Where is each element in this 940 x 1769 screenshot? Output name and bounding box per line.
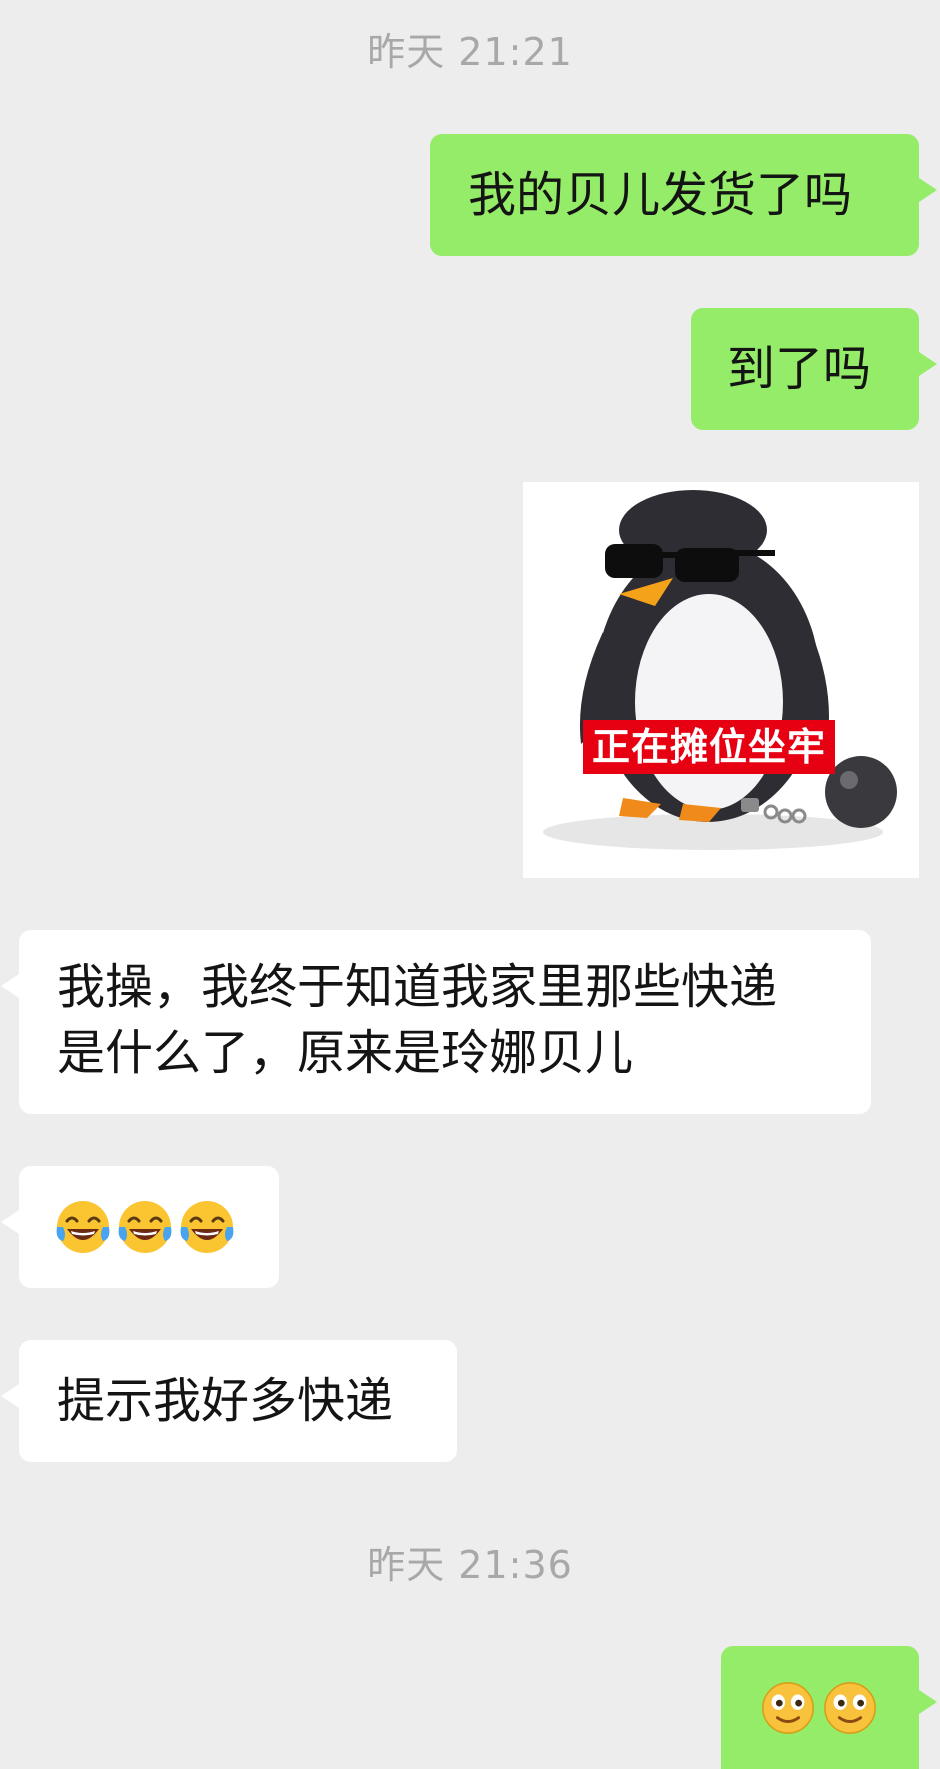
penguin-sticker-icon bbox=[543, 490, 897, 850]
emoji-row bbox=[53, 1166, 245, 1288]
chat-timestamp: 昨天 21:21 bbox=[367, 30, 573, 74]
message-text: 到了吗 bbox=[727, 341, 872, 397]
emoji-row bbox=[759, 1646, 881, 1769]
tears-of-joy-emoji-icon bbox=[118, 1201, 172, 1253]
message-bubble-outgoing[interactable] bbox=[721, 1646, 937, 1769]
message-bubble-incoming[interactable] bbox=[1, 1166, 279, 1288]
message-text: 提示我好多快递 bbox=[57, 1373, 394, 1429]
message-text-line: 是什么了，原来是玲娜贝儿 bbox=[57, 1025, 634, 1081]
smiling-face-emoji-icon bbox=[762, 1681, 814, 1734]
smiling-face-emoji-icon bbox=[824, 1681, 876, 1734]
message-bubble-incoming[interactable]: 提示我好多快递 bbox=[1, 1340, 457, 1462]
tears-of-joy-emoji-icon bbox=[56, 1201, 110, 1253]
sticker-caption: 正在摊位坐牢 bbox=[583, 720, 835, 774]
message-bubble-incoming[interactable]: 我操，我终于知道我家里那些快递 是什么了，原来是玲娜贝儿 bbox=[1, 930, 871, 1114]
sticker-message[interactable]: 正在摊位坐牢 bbox=[523, 482, 919, 878]
message-text-line: 我操，我终于知道我家里那些快递 bbox=[57, 959, 778, 1015]
message-text: 我的贝儿发货了吗 bbox=[468, 167, 853, 223]
chat-timestamp: 昨天 21:36 bbox=[367, 1543, 573, 1587]
tears-of-joy-emoji-icon bbox=[180, 1201, 234, 1253]
message-bubble-outgoing[interactable]: 我的贝儿发货了吗 bbox=[430, 134, 937, 256]
message-bubble-outgoing[interactable]: 到了吗 bbox=[691, 308, 937, 430]
